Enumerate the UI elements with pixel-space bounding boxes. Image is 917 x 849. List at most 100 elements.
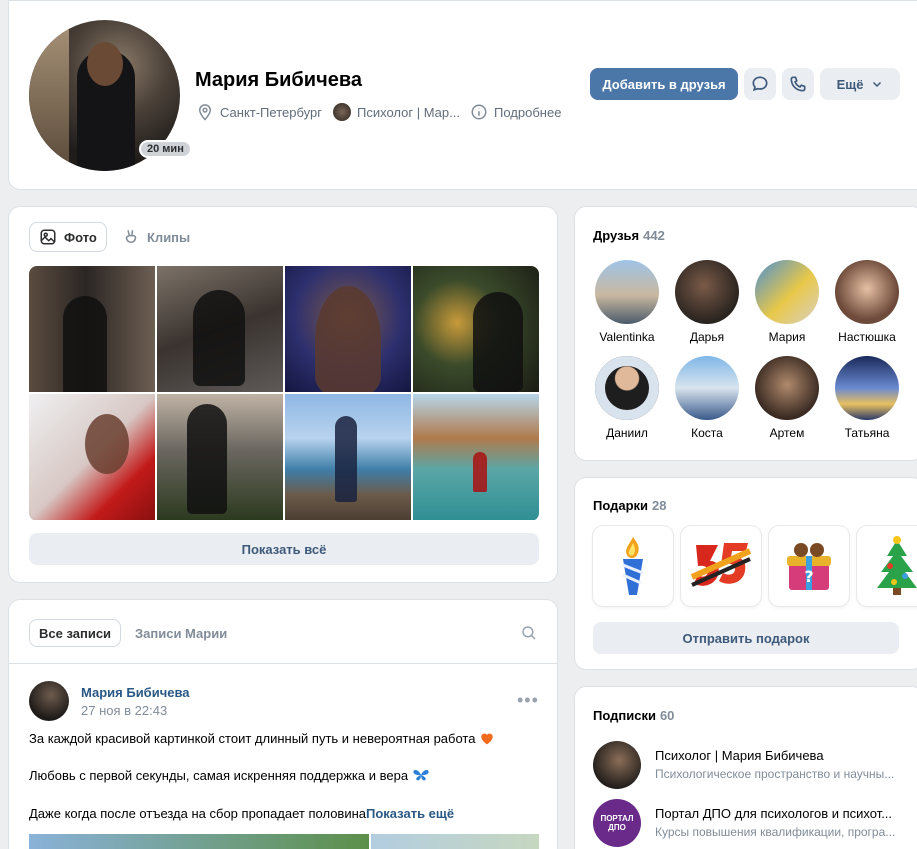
subscription-subtitle: Курсы повышения квалификации, програ...: [655, 825, 896, 839]
send-gift-button[interactable]: Отправить подарок: [593, 622, 899, 654]
gifts-count: 28: [652, 498, 667, 513]
butterfly-icon: [413, 770, 429, 781]
subscription-avatar: ПОРТАЛ ДПО: [593, 799, 641, 847]
friend-avatar: [835, 260, 899, 324]
friend-name: Мария: [768, 330, 806, 344]
photos-card: Фото Клипы Показать всё: [8, 206, 558, 583]
search-icon[interactable]: [520, 624, 538, 642]
profile-name: Мария Бибичева: [195, 69, 362, 91]
show-more-link[interactable]: Показать ещё: [366, 806, 454, 821]
friend-name: Татьяна: [844, 426, 890, 440]
photo-grid: [29, 266, 539, 521]
photo-thumb[interactable]: [285, 394, 411, 520]
post-menu-button[interactable]: •••: [517, 690, 539, 711]
subscription-title: Портал ДПО для психологов и психот...: [655, 806, 893, 821]
more-label: Ещё: [836, 76, 864, 92]
subscriptions-card: Подписки 60 Психолог | Мария Бибичева Пси…: [574, 686, 917, 849]
friend-item[interactable]: Татьяна: [829, 356, 905, 440]
svg-text:?: ?: [804, 567, 813, 586]
photo-thumb[interactable]: [157, 394, 283, 520]
profile-city[interactable]: Санкт-Петербург: [196, 103, 322, 121]
photo-thumb[interactable]: [413, 266, 539, 392]
friend-item[interactable]: Даниил: [589, 356, 665, 440]
friend-avatar: [755, 260, 819, 324]
city-label: Санкт-Петербург: [220, 104, 322, 120]
friend-name: Коста: [691, 426, 723, 440]
more-button[interactable]: Ещё: [820, 68, 900, 100]
profile-work[interactable]: Психолог | Мар...: [333, 103, 460, 121]
wall-card: Все записи Записи Марии Мария Бибичева 2…: [8, 599, 558, 849]
post-text-line: За каждой красивой картинкой стоит длинн…: [29, 731, 495, 746]
post-text-2: Любовь с первой секунды, самая искренняя…: [29, 768, 409, 783]
tab-clips[interactable]: Клипы: [113, 222, 199, 252]
gifts-title-label: Подарки: [593, 498, 649, 513]
friends-count: 442: [643, 228, 665, 243]
tab-photos[interactable]: Фото: [29, 222, 107, 252]
friend-item[interactable]: Коста: [669, 356, 745, 440]
friend-item[interactable]: Артем: [749, 356, 825, 440]
friend-avatar: [835, 356, 899, 420]
number-gift-icon[interactable]: [681, 526, 761, 606]
friend-avatar: [675, 356, 739, 420]
subscription-item[interactable]: ПОРТАЛ ДПО Портал ДПО для психологов и п…: [593, 799, 913, 847]
post-text-1: За каждой красивой картинкой стоит длинн…: [29, 731, 476, 746]
photo-thumb[interactable]: [157, 266, 283, 392]
friend-avatar: [595, 260, 659, 324]
photo-thumb[interactable]: [285, 266, 411, 392]
friend-name: Дарья: [689, 330, 725, 344]
show-all-photos-button[interactable]: Показать всё: [29, 533, 539, 565]
heart-icon: [481, 733, 493, 745]
friends-card: Друзья 442 Valentinka Дарья Мария Настюшк…: [574, 206, 917, 461]
subscription-item[interactable]: Психолог | Мария Бибичева Психологическо…: [593, 741, 913, 789]
subscriptions-title[interactable]: Подписки 60: [593, 708, 674, 723]
message-button[interactable]: [744, 68, 776, 100]
friend-name: Настюшка: [838, 330, 896, 344]
friend-item[interactable]: Мария: [749, 260, 825, 344]
profile-header: 20 мин Мария Бибичева Санкт-Петербург Пс…: [8, 0, 917, 190]
gifts-title[interactable]: Подарки 28: [593, 498, 667, 513]
post-text-line: Любовь с первой секунды, самая искренняя…: [29, 768, 430, 783]
friend-name: Valentinka: [599, 330, 655, 344]
christmas-tree-gift-icon[interactable]: [857, 526, 917, 606]
friends-title-label: Друзья: [593, 228, 640, 243]
post-text-line: Даже когда после отъезда на сбор пропада…: [29, 806, 454, 821]
photo-thumb[interactable]: [413, 394, 539, 520]
tab-clips-label: Клипы: [147, 229, 191, 245]
message-icon: [752, 76, 768, 92]
tab-all-posts[interactable]: Все записи: [29, 619, 122, 647]
friend-item[interactable]: Настюшка: [829, 260, 905, 344]
post-date[interactable]: 27 ноя в 22:43: [81, 703, 167, 718]
post-author-name[interactable]: Мария Бибичева: [81, 685, 190, 700]
photo-thumb[interactable]: [29, 266, 155, 392]
post-photo[interactable]: [371, 834, 539, 849]
subscription-title: Психолог | Мария Бибичева: [655, 748, 824, 763]
wall-tabs: Все записи Записи Марии: [9, 600, 557, 664]
friends-title[interactable]: Друзья 442: [593, 228, 665, 243]
photo-thumb[interactable]: [29, 394, 155, 520]
details-label: Подробнее: [494, 104, 562, 120]
portal-logo-text: ПОРТАЛ ДПО: [600, 814, 634, 832]
friend-item[interactable]: Дарья: [669, 260, 745, 344]
friend-avatar: [755, 356, 819, 420]
post-photo[interactable]: [29, 834, 369, 849]
chevron-down-icon: [873, 81, 882, 88]
profile-details-link[interactable]: Подробнее: [470, 103, 561, 121]
friend-item[interactable]: Valentinka: [589, 260, 665, 344]
tab-owner-posts[interactable]: Записи Марии: [126, 619, 236, 647]
info-icon: [471, 104, 487, 120]
work-avatar: [333, 103, 351, 121]
location-pin-icon: [198, 104, 212, 121]
online-status-badge: 20 мин: [139, 140, 192, 158]
subscription-avatar: [593, 741, 641, 789]
call-button[interactable]: [782, 68, 814, 100]
add-friend-button[interactable]: Добавить в друзья: [590, 68, 738, 100]
friend-avatar: [595, 356, 659, 420]
friend-name: Артем: [769, 426, 805, 440]
torch-gift-icon[interactable]: [593, 526, 673, 606]
post-author-avatar[interactable]: [29, 681, 69, 721]
friend-avatar: [675, 260, 739, 324]
gifts-card: Подарки 28 ? Отправить подарок: [574, 477, 917, 670]
image-icon: [40, 229, 56, 245]
subscriptions-title-label: Подписки: [593, 708, 656, 723]
surprise-box-gift-icon[interactable]: ?: [769, 526, 849, 606]
